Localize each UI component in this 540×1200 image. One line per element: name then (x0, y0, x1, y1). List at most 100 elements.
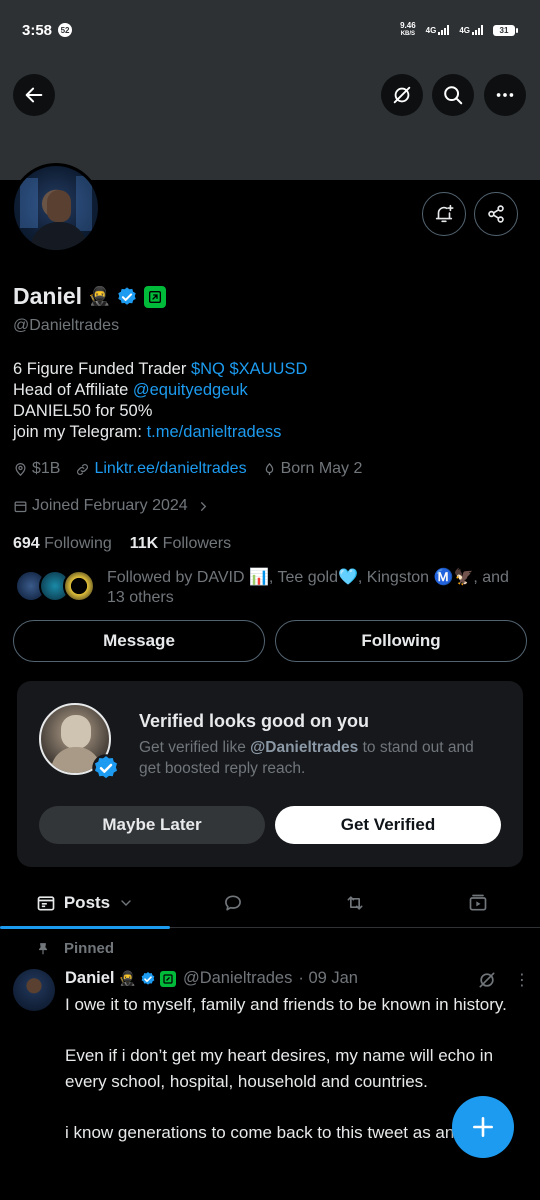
bio-text: Head of Affiliate (13, 381, 133, 399)
share-icon (488, 205, 504, 223)
joined[interactable]: Joined February 2024 (13, 497, 211, 515)
following-count-link[interactable]: 694 Following (13, 535, 112, 553)
tweet-header: Daniel 🥷 @Danieltrades · 09 Jan (65, 969, 358, 988)
followed-by-row[interactable]: Followed by DAVID 📊, Tee gold🩵, Kingston… (15, 568, 527, 608)
location-text: $1B (32, 460, 61, 477)
replies-icon (225, 895, 241, 911)
promo-subtitle: Get verified like @Danieltrades to stand… (139, 737, 499, 779)
website[interactable]: Linktr.ee/danieltrades (75, 460, 247, 478)
chevron-down-icon[interactable] (118, 895, 134, 911)
bio-text: join my Telegram: (13, 423, 147, 441)
calendar-icon (14, 501, 27, 512)
avatar (63, 570, 95, 602)
network-speed-value: 9.46 (400, 21, 416, 30)
profile-bio: 6 Figure Funded Trader $NQ $XAUUSD Head … (13, 359, 307, 443)
battery-level: 31 (493, 24, 515, 36)
following-button[interactable]: Following (275, 620, 527, 662)
profile-tabs: Posts (0, 878, 540, 929)
affiliate-badge-icon (159, 970, 176, 987)
status-indicators: 9.46 KB/S 4G 4G 31 (400, 22, 518, 38)
tweet-date[interactable]: · 09 Jan (298, 969, 358, 988)
profile-handle: @Danieltrades (13, 317, 120, 334)
back-arrow-icon (25, 87, 43, 103)
tweet-avatar[interactable] (13, 969, 55, 1011)
network-speed: 9.46 KB/S (400, 22, 416, 38)
grok-icon[interactable] (477, 970, 497, 990)
back-button[interactable] (13, 74, 55, 116)
bio-text: DANIEL50 for 50% (13, 402, 153, 420)
pin-icon (38, 942, 48, 954)
search-icon (444, 86, 463, 105)
signal-2: 4G (459, 25, 483, 35)
birthday-icon (265, 462, 273, 475)
share-button[interactable] (474, 192, 518, 236)
cashtag-links[interactable]: $NQ $XAUUSD (191, 360, 307, 378)
followers-count: 11K (129, 535, 159, 552)
signal-1: 4G (426, 25, 450, 35)
tab-replies[interactable] (198, 878, 268, 928)
posts-icon (37, 896, 55, 911)
notify-button[interactable] (422, 192, 466, 236)
tab-media[interactable] (443, 878, 513, 928)
tweet-author-handle: @Danieltrades (182, 969, 293, 987)
notification-add-icon (435, 204, 454, 223)
media-icon (469, 894, 487, 911)
status-time: 3:58 (22, 21, 53, 39)
active-tab-indicator (0, 926, 170, 929)
battery-icon: 31 (493, 24, 518, 36)
network-type-label: 4G (459, 26, 470, 35)
compose-plus-icon (473, 1117, 493, 1137)
status-bar: 3:58 52 9.46 KB/S 4G 4G 31 (0, 0, 540, 60)
network-speed-unit: KB/S (400, 31, 416, 37)
tweet-name-emoji: 🥷 (118, 970, 136, 986)
joined-row[interactable]: Joined February 2024 (13, 497, 226, 515)
verified-badge-icon[interactable] (116, 286, 138, 308)
location: $1B (13, 460, 60, 478)
promo-handle: @Danieltrades (250, 739, 359, 756)
verified-badge-icon (92, 754, 120, 782)
profile-avatar[interactable] (11, 163, 101, 253)
name-emoji: 🥷 (88, 286, 111, 306)
following-count: 694 (13, 535, 40, 552)
birthday: Born May 2 (262, 460, 363, 478)
follow-counts: 694 Following 11K Followers (13, 535, 231, 553)
followers-label: Followers (162, 535, 232, 552)
followers-count-link[interactable]: 11K Followers (130, 535, 231, 553)
follower-avatars (15, 568, 99, 604)
joined-text: Joined February 2024 (32, 497, 188, 514)
profile-name-row: Daniel 🥷 (13, 283, 167, 310)
pinned-indicator: Pinned (36, 940, 114, 957)
mention-link[interactable]: @equityedgeuk (133, 381, 248, 399)
profile-name: Daniel (13, 283, 83, 309)
notification-count-badge: 52 (58, 23, 73, 37)
get-verified-button[interactable]: Get Verified (275, 806, 501, 844)
promo-subtitle-text: Get verified like (139, 739, 251, 756)
reposts-icon (347, 896, 363, 910)
website-link[interactable]: Linktr.ee/danieltrades (94, 460, 246, 478)
tab-reposts[interactable] (320, 878, 390, 928)
signal-bars-icon (438, 25, 450, 35)
pinned-label: Pinned (64, 940, 115, 957)
promo-title: Verified looks good on you (139, 711, 370, 731)
search-button[interactable] (432, 74, 474, 116)
maybe-later-button[interactable]: Maybe Later (39, 806, 265, 844)
more-options-button[interactable] (484, 74, 526, 116)
message-button[interactable]: Message (13, 620, 265, 662)
following-label: Following (44, 535, 112, 552)
followed-by-text: Followed by DAVID 📊, Tee gold🩵, Kingston… (107, 569, 509, 606)
more-icon (496, 93, 514, 97)
tweet-author-name[interactable]: Daniel (65, 969, 115, 988)
compose-button[interactable] (452, 1096, 514, 1158)
tweet-more-button[interactable]: ⋮ (514, 970, 530, 990)
grok-button[interactable] (381, 74, 423, 116)
birthday-text: Born May 2 (280, 460, 363, 477)
network-type-label: 4G (425, 26, 437, 35)
bio-text: 6 Figure Funded Trader (13, 360, 191, 378)
verified-badge-icon (141, 971, 155, 985)
tab-posts[interactable]: Posts (0, 878, 170, 929)
signal-bars-icon (472, 25, 483, 35)
location-icon (15, 462, 26, 476)
telegram-link[interactable]: t.me/danieltradess (147, 423, 282, 441)
affiliate-badge-icon[interactable] (144, 285, 167, 308)
link-icon (77, 463, 89, 475)
